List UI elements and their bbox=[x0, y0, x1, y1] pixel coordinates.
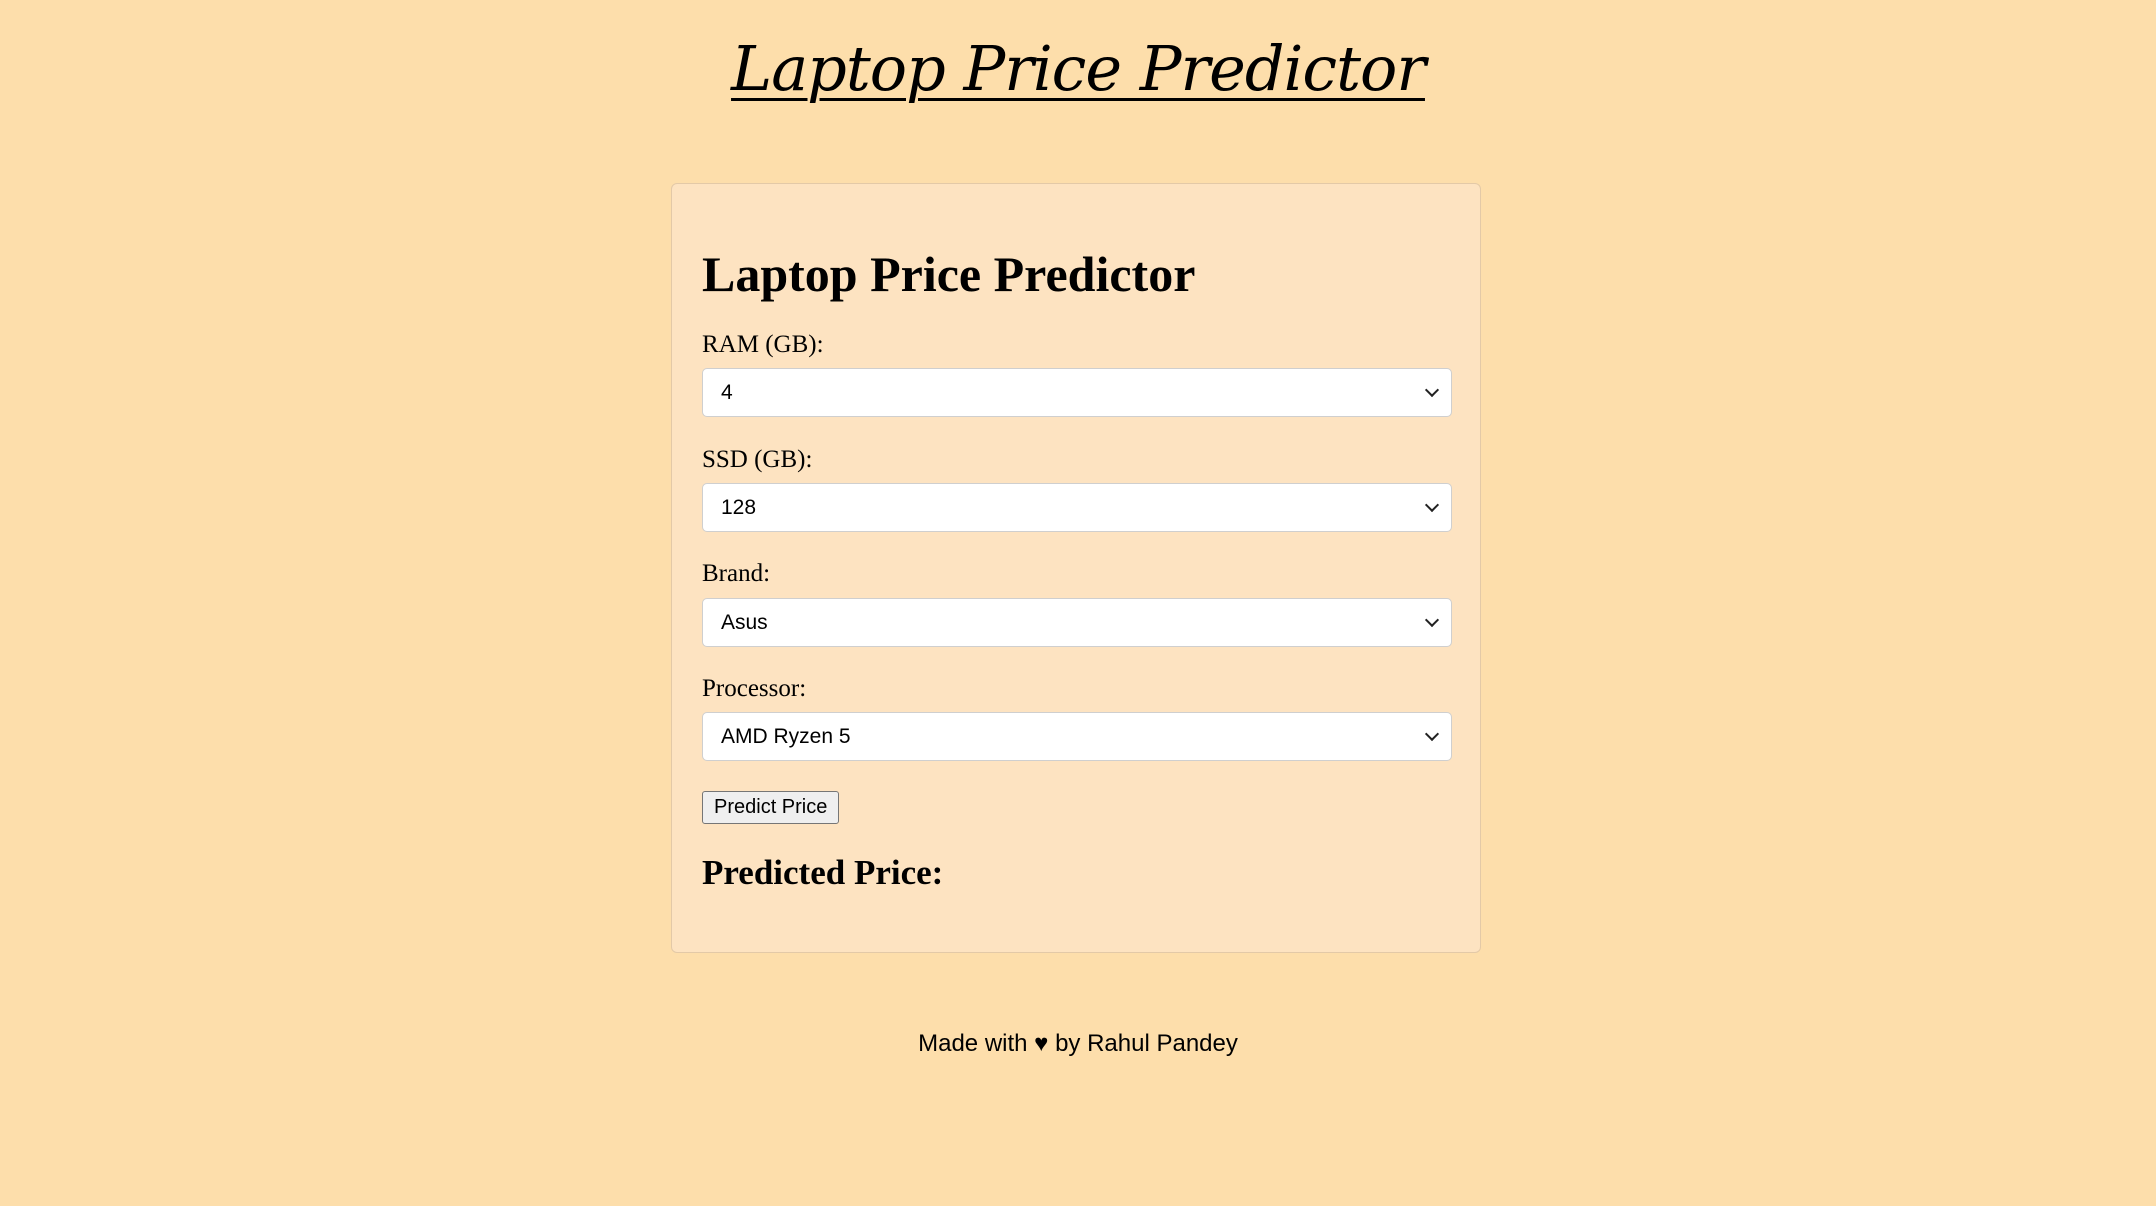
ram-label: RAM (GB): bbox=[702, 331, 824, 358]
card-title: Laptop Price Predictor bbox=[702, 246, 1196, 302]
ram-select-value: 4 bbox=[721, 381, 733, 404]
processor-select-value: AMD Ryzen 5 bbox=[721, 725, 851, 748]
brand-label: Brand: bbox=[702, 560, 771, 587]
brand-select[interactable]: Asus bbox=[702, 598, 1452, 647]
site-title: Laptop Price Predictor bbox=[731, 32, 1426, 105]
footer-credit: Made with ♥ by Rahul Pandey bbox=[918, 1030, 1238, 1057]
ssd-label: SSD (GB): bbox=[702, 446, 813, 473]
chevron-down-icon bbox=[1424, 382, 1440, 398]
predicted-price-heading: Predicted Price: bbox=[702, 853, 944, 892]
ram-select[interactable]: 4 bbox=[702, 368, 1452, 417]
processor-select[interactable]: AMD Ryzen 5 bbox=[702, 712, 1452, 761]
predict-price-button[interactable]: Predict Price bbox=[702, 791, 840, 824]
predictor-card: Laptop Price Predictor RAM (GB): 4 SSD (… bbox=[671, 183, 1481, 953]
processor-label: Processor: bbox=[702, 675, 807, 702]
chevron-down-icon bbox=[1424, 726, 1440, 742]
ssd-select[interactable]: 128 bbox=[702, 483, 1452, 532]
ssd-select-value: 128 bbox=[721, 496, 757, 519]
chevron-down-icon bbox=[1424, 497, 1440, 513]
brand-select-value: Asus bbox=[721, 611, 768, 634]
chevron-down-icon bbox=[1424, 612, 1440, 628]
